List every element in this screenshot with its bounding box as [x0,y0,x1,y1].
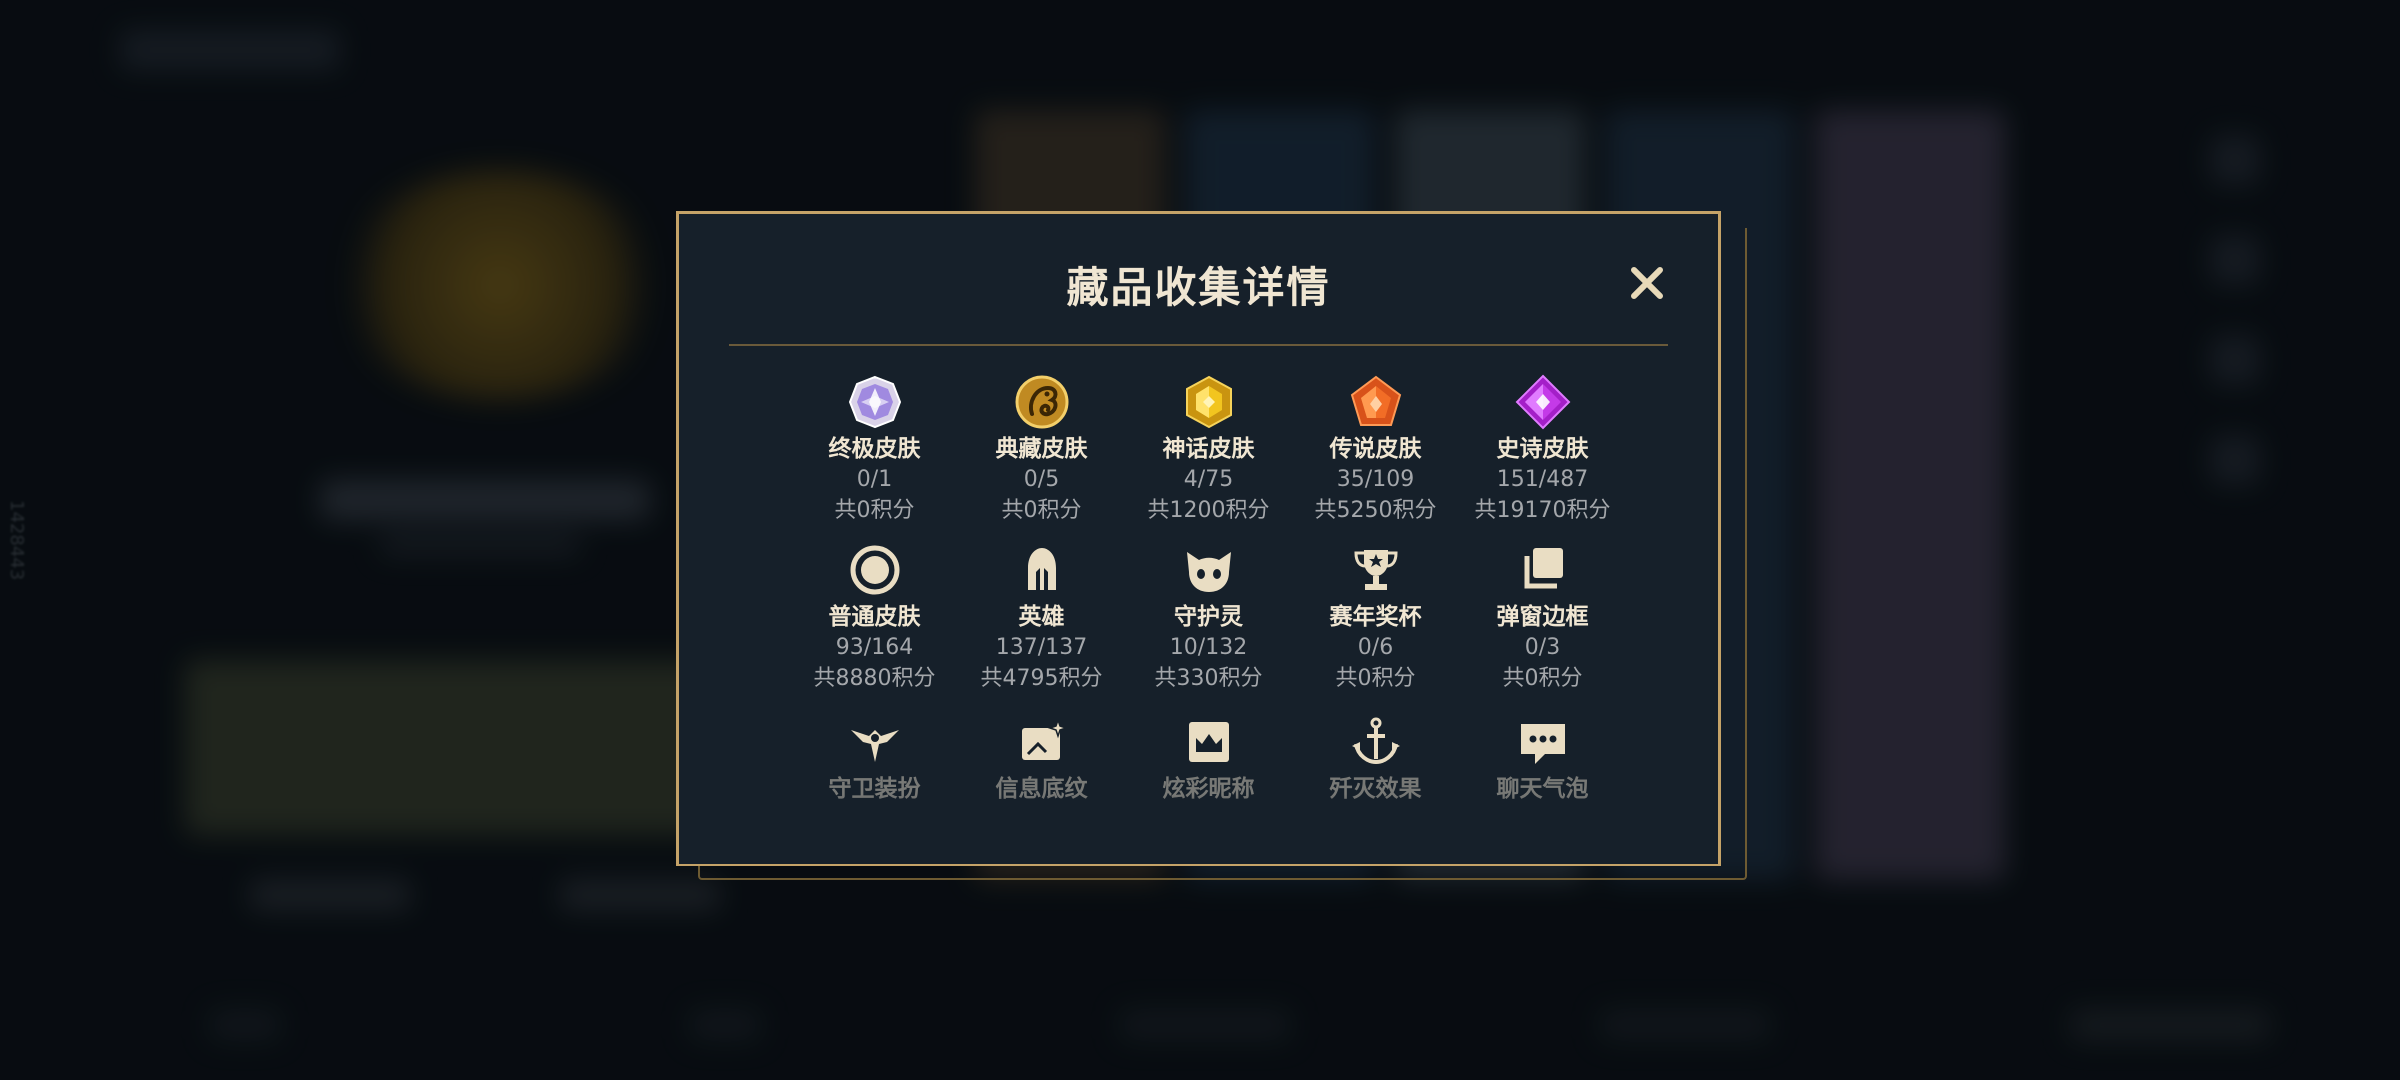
item-label: 普通皮肤 [828,604,921,630]
item-label: 英雄 [1018,604,1065,630]
ring-icon [850,545,899,595]
item-count: 0/3 [1524,635,1561,660]
item-label: 典藏皮肤 [995,436,1088,462]
item-count: 137/137 [995,635,1088,660]
collection-details-dialog: 藏品收集详情 终极皮肤 0/1 共0积分 典藏皮肤 0/5 共0积分 神话皮肤 … [676,211,1721,866]
collection-item-trophies[interactable]: 赛年奖杯 0/6 共0积分 [1292,542,1459,694]
item-points: 共0积分 [834,498,915,523]
title-divider [729,344,1668,346]
helmet-icon [1027,548,1056,590]
item-points: 共5250积分 [1314,498,1437,523]
dialog-title: 藏品收集详情 [1066,263,1331,312]
item-points: 共0积分 [1502,666,1583,691]
item-label: 史诗皮肤 [1496,436,1589,462]
mythic-gem-icon [1185,375,1232,429]
item-points: 共8880积分 [813,666,936,691]
item-label: 神话皮肤 [1162,436,1255,462]
item-points: 共4795积分 [980,666,1103,691]
item-points: 共19170积分 [1474,498,1611,523]
item-label: 传说皮肤 [1329,436,1422,462]
crown-badge-icon [1188,722,1229,762]
collection-item-chat-bubbles[interactable]: 聊天气泡 [1459,714,1626,804]
collection-item-epic[interactable]: 史诗皮肤 151/487 共19170积分 [1459,374,1626,526]
ward-icon [850,730,899,762]
collection-item-prestige[interactable]: 典藏皮肤 0/5 共0积分 [958,374,1125,526]
collection-item-nameplates[interactable]: 炫彩昵称 [1125,714,1292,804]
chat-bubble-icon [1520,724,1565,764]
item-points: 共1200积分 [1147,498,1270,523]
item-count: 0/1 [856,467,893,492]
stacked-frames-icon [1524,548,1563,589]
collection-item-companions[interactable]: 守护灵 10/132 共330积分 [1125,542,1292,694]
collection-item-standard[interactable]: 普通皮肤 93/164 共8880积分 [791,542,958,694]
item-count: 0/5 [1023,467,1060,492]
legendary-gem-icon [1350,375,1401,426]
trophy-icon [1353,550,1398,590]
item-points: 共0积分 [1001,498,1082,523]
item-label: 赛年奖杯 [1329,604,1422,630]
item-points: 共0积分 [1335,666,1416,691]
scroll-fade [679,794,1718,864]
collection-item-ward-skins[interactable]: 守卫装扮 [791,714,958,804]
item-label: 守护灵 [1174,604,1243,630]
close-button[interactable] [1624,260,1670,306]
card-sparkle-icon [1021,717,1068,760]
collection-item-mythic[interactable]: 神话皮肤 4/75 共1200积分 [1125,374,1292,526]
item-label: 弹窗边框 [1496,604,1589,630]
collection-item-borders[interactable]: 弹窗边框 0/3 共0积分 [1459,542,1626,694]
collection-item-legendary[interactable]: 传说皮肤 35/109 共5250积分 [1292,374,1459,526]
item-count: 10/132 [1169,635,1248,660]
item-count: 0/6 [1357,635,1394,660]
item-count: 93/164 [835,635,914,660]
collection-item-finishers[interactable]: 歼灭效果 [1292,714,1459,804]
ultimate-gem-icon [848,375,901,429]
collection-item-champions[interactable]: 英雄 137/137 共4795积分 [958,542,1125,694]
epic-gem-icon [1515,374,1570,430]
anchor-icon [1351,717,1400,765]
collection-item-ultimate[interactable]: 终极皮肤 0/1 共0积分 [791,374,958,526]
item-count: 151/487 [1496,467,1589,492]
close-icon [1631,267,1663,299]
item-count: 35/109 [1336,467,1415,492]
item-count: 4/75 [1183,467,1234,492]
item-points: 共330积分 [1154,666,1263,691]
cat-face-icon [1186,552,1231,592]
collection-item-banners[interactable]: 信息底纹 [958,714,1125,804]
dragon-coin-icon [1015,375,1068,429]
item-label: 终极皮肤 [828,436,921,462]
